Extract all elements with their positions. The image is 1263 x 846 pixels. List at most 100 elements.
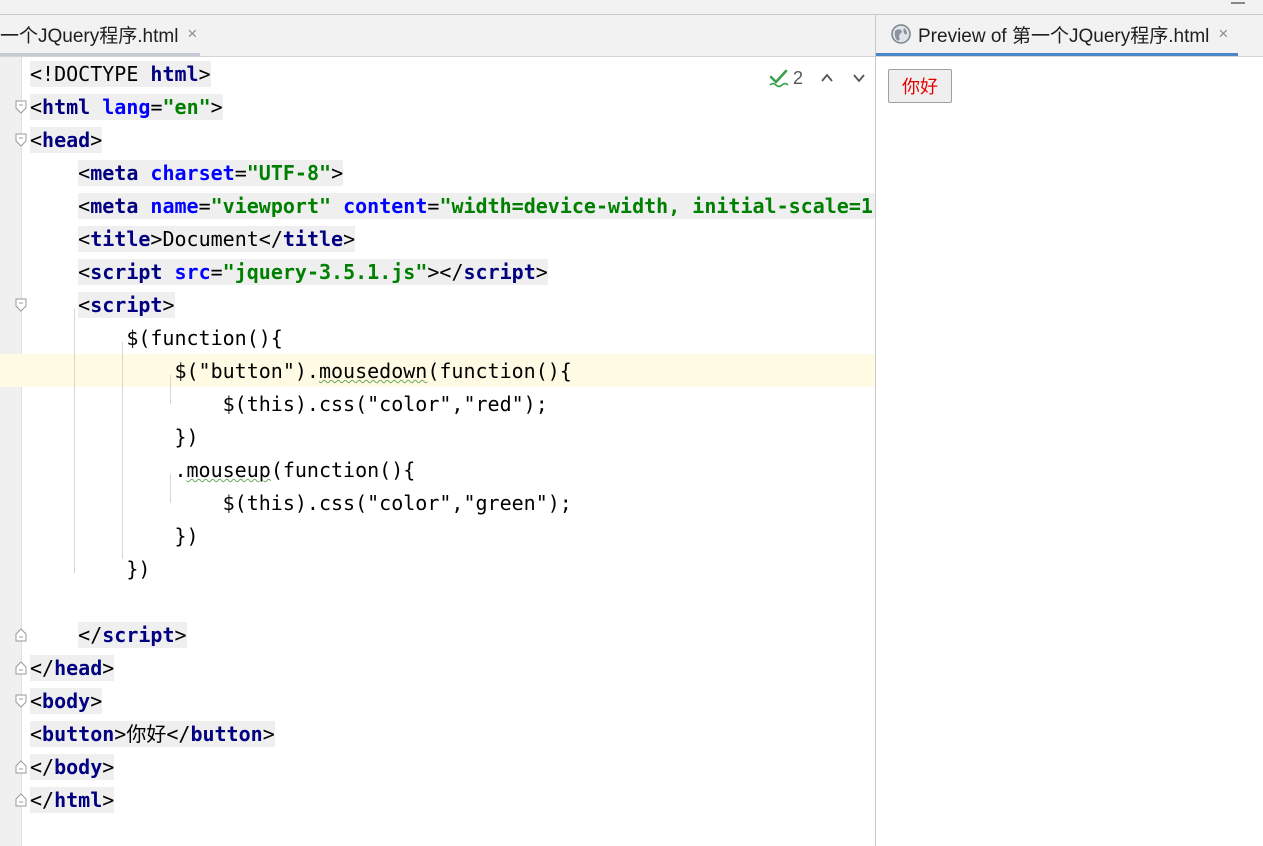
code-text: $(this).css("color","red"); [223, 391, 548, 417]
code-token: > [90, 689, 103, 713]
globe-icon [891, 24, 911, 44]
code-line[interactable]: $(this).css("color","red"); [0, 387, 875, 420]
code-token: > [150, 227, 163, 251]
preview-hello-button[interactable]: 你好 [888, 69, 952, 103]
code-token: </ [258, 227, 283, 251]
code-token: $(this).css("color","red"); [222, 392, 548, 416]
code-token: = [198, 194, 211, 218]
code-line[interactable]: </head> [0, 651, 875, 684]
code-line[interactable]: </body> [0, 750, 875, 783]
code-line[interactable]: <meta name="viewport" content="width=dev… [0, 189, 875, 222]
code-token: meta [90, 194, 151, 218]
minimize-icon[interactable] [1231, 0, 1245, 4]
code-line[interactable]: <script src="jquery-3.5.1.js"></script> [0, 255, 875, 288]
code-line[interactable]: }) [0, 519, 875, 552]
code-token: "viewport" [210, 194, 344, 218]
code-line[interactable]: <title>Document</title> [0, 222, 875, 255]
code-token: 你好 [126, 722, 167, 746]
code-line[interactable]: <meta charset="UTF-8"> [0, 156, 875, 189]
code-text: <title>Document</title> [78, 226, 356, 252]
code-line[interactable]: <button>你好</button> [0, 717, 875, 750]
code-token: Document [162, 227, 259, 251]
code-token: html [150, 62, 199, 86]
code-line[interactable]: <head> [0, 123, 875, 156]
code-token: > [102, 788, 115, 812]
code-token: </ [30, 788, 55, 812]
editor-tab-bar: 一个JQuery程序.html × [0, 15, 875, 57]
code-line[interactable]: <html lang="en"> [0, 90, 875, 123]
code-line[interactable]: <body> [0, 684, 875, 717]
preview-pane: 你好 [876, 57, 1263, 846]
code-line[interactable]: $(this).css("color","green"); [0, 486, 875, 519]
code-token: </ [78, 623, 103, 647]
code-line[interactable]: </html> [0, 783, 875, 816]
code-text: .mouseup(function(){ [174, 457, 415, 483]
editor-tab[interactable]: 一个JQuery程序.html × [0, 15, 200, 56]
code-token: "jquery-3.5.1.js" [222, 260, 428, 284]
code-token: < [78, 293, 91, 317]
code-token: > [102, 755, 115, 779]
code-token: }) [126, 557, 151, 581]
code-token: meta [90, 161, 151, 185]
code-line[interactable]: </script> [0, 618, 875, 651]
code-token: title [90, 227, 151, 251]
code-line[interactable] [0, 585, 875, 618]
fold-end-icon[interactable] [15, 628, 27, 642]
fold-collapse-icon[interactable] [15, 100, 27, 114]
code-token: }) [174, 425, 199, 449]
code-token: > [174, 623, 187, 647]
code-token: html [42, 95, 103, 119]
code-token: content [343, 194, 428, 218]
fold-end-icon[interactable] [15, 661, 27, 675]
code-token: src [174, 260, 211, 284]
code-token: mousedown [318, 359, 428, 383]
code-token: <!DOCTYPE [30, 62, 151, 86]
code-text: </script> [78, 622, 187, 648]
code-line[interactable]: <!DOCTYPE html> [0, 57, 875, 90]
code-text: <html lang="en"> [30, 94, 223, 120]
code-token: < [30, 722, 43, 746]
code-token: body [42, 689, 91, 713]
code-token: = [234, 161, 247, 185]
code-line[interactable]: }) [0, 420, 875, 453]
code-editor[interactable]: 2 <!DOCTYPE html> <html lang="en"> <head> <… [0, 57, 875, 846]
code-token: </ [166, 722, 191, 746]
code-text: $(function(){ [126, 325, 283, 351]
code-line[interactable]: <script> [0, 288, 875, 321]
window-top-bar [0, 0, 1263, 15]
close-icon[interactable]: × [187, 24, 197, 44]
code-text: <script> [78, 292, 175, 318]
fold-collapse-icon[interactable] [15, 298, 27, 312]
code-token: mouseup [186, 458, 271, 482]
code-token: > [343, 227, 356, 251]
code-token: > [90, 128, 103, 152]
code-token: lang [102, 95, 151, 119]
fold-collapse-icon[interactable] [15, 694, 27, 708]
code-token: script [90, 293, 163, 317]
code-line[interactable]: }) [0, 552, 875, 585]
fold-end-icon[interactable] [15, 760, 27, 774]
code-token: = [150, 95, 163, 119]
code-token: > [210, 95, 223, 119]
code-token: < [78, 227, 91, 251]
close-icon[interactable]: × [1218, 24, 1228, 44]
editor-tab-label: 一个JQuery程序.html [0, 25, 179, 47]
code-token: $(function(){ [126, 326, 283, 350]
indent-guide [122, 342, 123, 559]
fold-end-icon[interactable] [15, 793, 27, 807]
code-token: </ [30, 755, 55, 779]
code-token: < [30, 689, 43, 713]
preview-tab[interactable]: Preview of 第一个JQuery程序.html × [876, 15, 1238, 56]
code-token: "width=device-width, initial-scale=1. [439, 194, 875, 218]
code-token: script [90, 260, 175, 284]
code-text: <body> [30, 688, 103, 714]
code-token: (function(){ [270, 458, 416, 482]
code-token: "en" [162, 95, 211, 119]
code-line[interactable]: $(function(){ [0, 321, 875, 354]
code-line[interactable]: $("button").mousedown(function(){ [0, 354, 875, 387]
code-text: $(this).css("color","green"); [223, 490, 572, 516]
code-token: . [174, 458, 187, 482]
code-line[interactable]: .mouseup(function(){ [0, 453, 875, 486]
fold-collapse-icon[interactable] [15, 133, 27, 147]
code-text: }) [174, 523, 198, 549]
